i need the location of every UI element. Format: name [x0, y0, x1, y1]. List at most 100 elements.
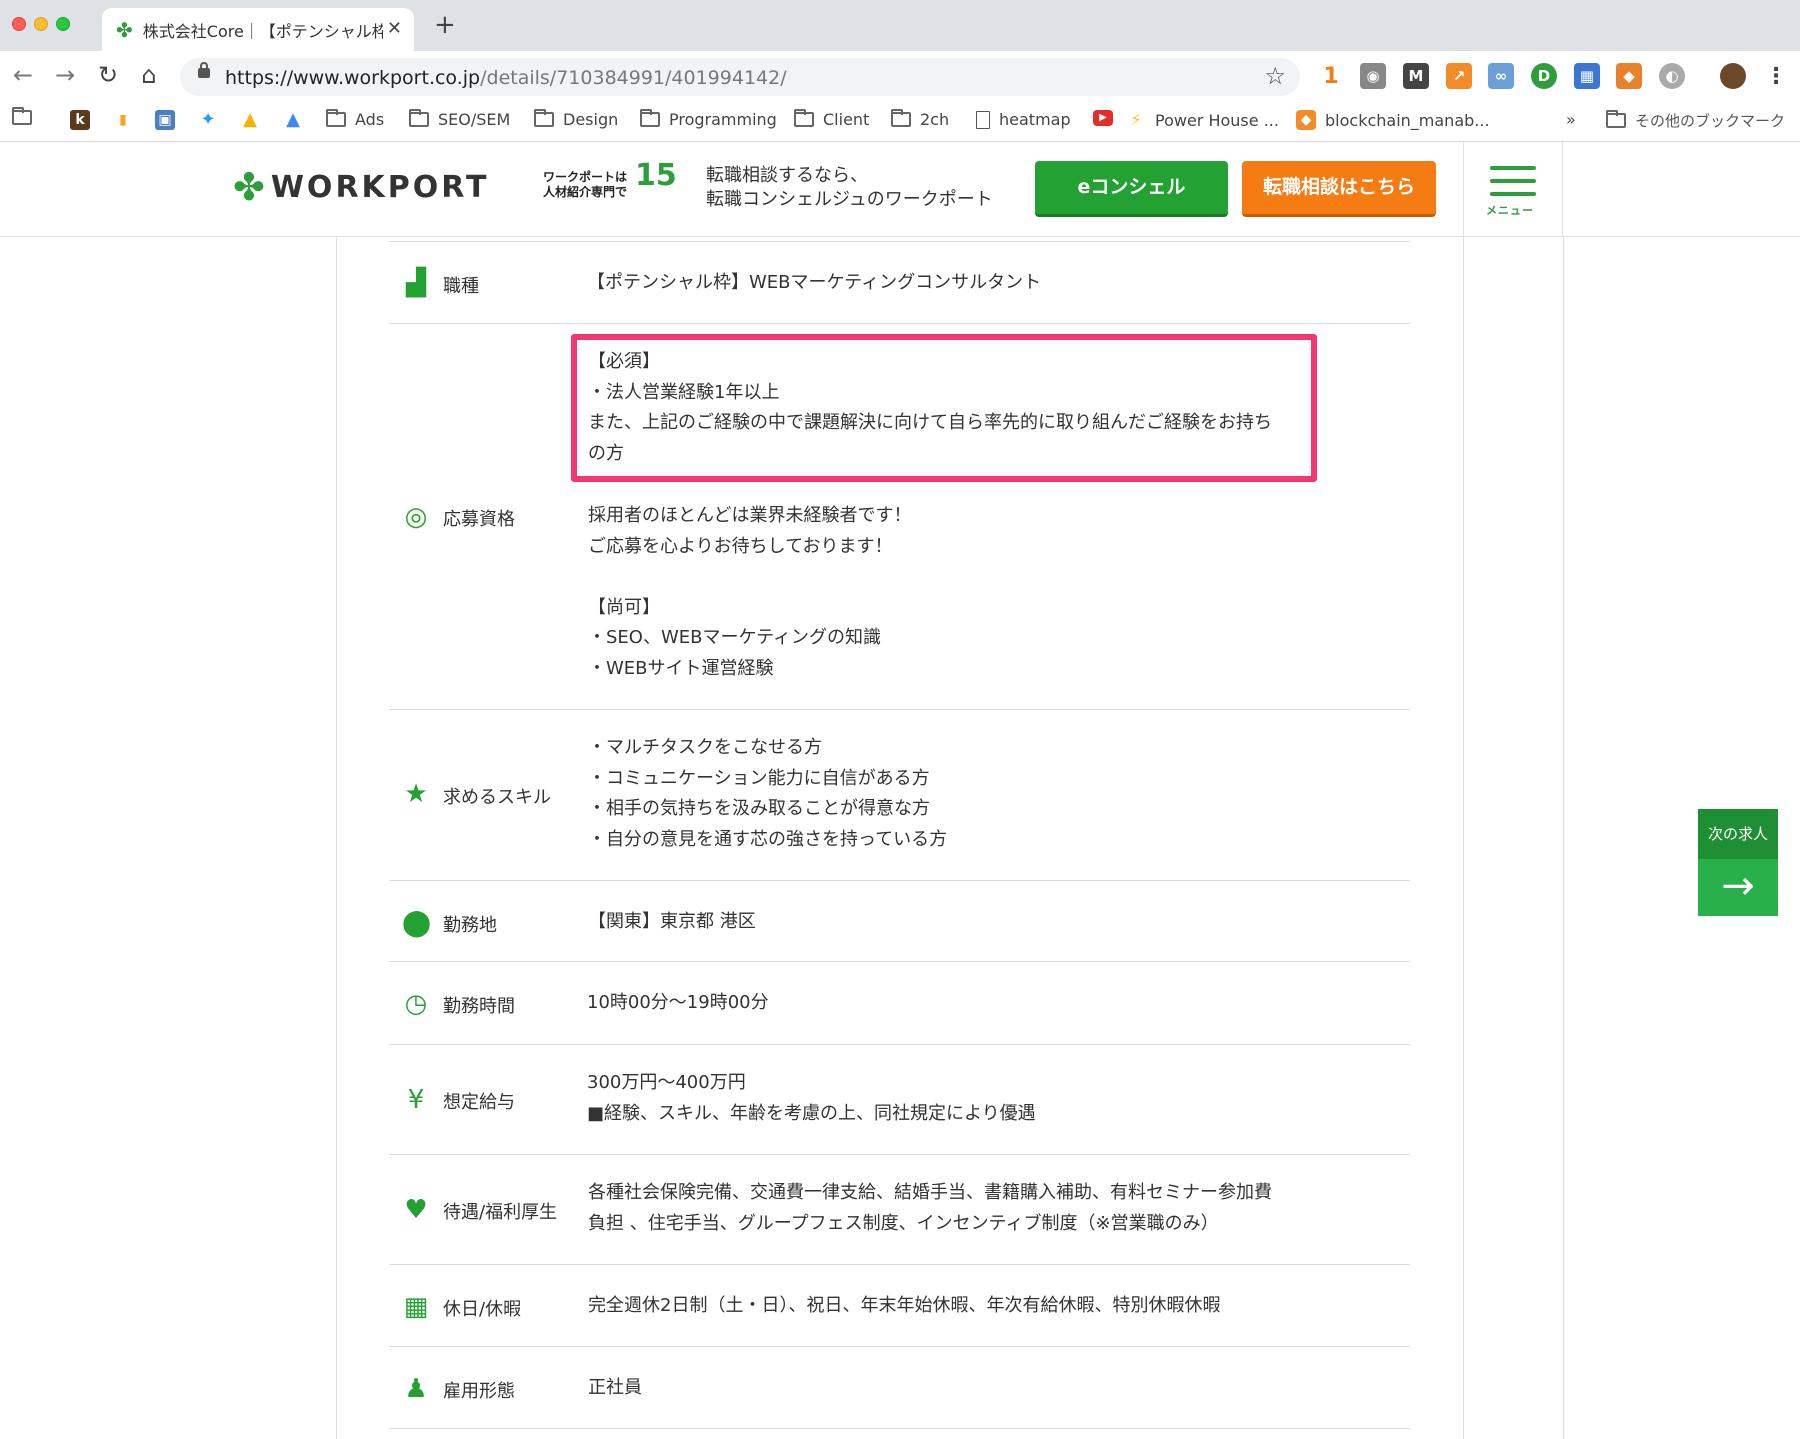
m-extension-icon[interactable]: M: [1403, 63, 1429, 89]
menu-label: メニュー: [1486, 204, 1534, 217]
job-row-employment: [389, 1346, 1410, 1429]
browser-toolbar: ← → ↻ ⌂ https://www.workport.co.jp/detai…: [0, 51, 1800, 102]
row-line: 完全週休2日制（土・日）、祝日、年末年始休暇、年次有給休暇、特別休暇休暇: [588, 1295, 1221, 1316]
row-label-salary: 想定給与: [443, 1092, 515, 1113]
bolt-icon: ⚡: [1130, 110, 1142, 129]
grid-extension-icon[interactable]: ▦: [1574, 63, 1600, 89]
bookmark-blockchain[interactable]: ◆ blockchain_manab...: [1296, 110, 1490, 130]
bookmark-ads[interactable]: Ads: [326, 109, 384, 129]
next-job-button[interactable]: 次の求人 →: [1698, 809, 1778, 916]
calendar-icon: ▦: [403, 1292, 429, 1322]
fox-extension-icon[interactable]: ◆: [1616, 63, 1642, 89]
row-label-job-type: 職種: [443, 276, 479, 297]
window-minimize-button[interactable]: [34, 17, 48, 31]
forward-arrow-icon[interactable]: →: [50, 61, 80, 89]
anniversary-badge: ワークポートは 人材紹介専門で 15: [543, 161, 677, 200]
home-icon[interactable]: ⌂: [134, 61, 164, 89]
career-consultation-button[interactable]: 転職相談はこちら: [1242, 161, 1436, 217]
row-value-skills: ・マルチタスクをこなせる方 ・コミュニケーション能力に自信がある方 ・相手の気持…: [588, 733, 947, 855]
row-value-location: 【関東】東京都 港区: [588, 907, 756, 938]
row-value-job-type: 【ポテンシャル枠】WEBマーケティングコンサルタント: [587, 268, 1041, 299]
hamburger-menu-button[interactable]: メニュー: [1463, 142, 1563, 236]
logo-text: WORKPORT: [270, 169, 490, 205]
id-extension-icon[interactable]: D: [1531, 63, 1557, 89]
address-bar[interactable]: https://www.workport.co.jp/details/71038…: [180, 58, 1300, 96]
site-header: ✤ WORKPORT ワークポートは 人材紹介専門で 15 転職相談するなら、 …: [0, 142, 1800, 237]
camera-extension-icon[interactable]: ◉: [1360, 63, 1386, 89]
row-label-location: 勤務地: [443, 915, 497, 936]
bookmarks-overflow-chevron[interactable]: »: [1566, 110, 1576, 129]
workport-logo[interactable]: ✤ WORKPORT: [233, 168, 490, 206]
row-line: 10時00分〜19時00分: [587, 992, 769, 1013]
bookmark-design[interactable]: Design: [534, 109, 618, 129]
clover-logo-icon: ✤: [233, 165, 265, 209]
page-icon: [976, 110, 990, 129]
bookmark-2ch[interactable]: 2ch: [891, 109, 949, 129]
row-line: ・SEO、WEBマーケティングの知識: [588, 627, 882, 648]
bookmark-twitter-icon[interactable]: ✦: [198, 110, 227, 130]
folder-icon: [326, 109, 346, 127]
bookmark-power-house[interactable]: ⚡ Power House ...: [1126, 110, 1279, 130]
location-pin-icon: ⬤: [402, 908, 432, 938]
chrome-menu-icon[interactable]: ⋮: [1763, 63, 1789, 89]
heart-icon: ♥: [404, 1195, 428, 1225]
bookmark-drive-icon[interactable]: ▲: [240, 110, 269, 130]
profile-avatar[interactable]: [1720, 63, 1746, 89]
sidebar-right-border: [1563, 237, 1564, 1439]
folder-icon: [409, 109, 429, 127]
econcierge-button[interactable]: eコンシェル: [1035, 161, 1228, 217]
circle-extension-icon[interactable]: ◐: [1659, 63, 1685, 89]
row-line: 【尚可】: [588, 596, 660, 618]
person-icon: ♟: [404, 1374, 428, 1404]
menu-bar-icon: [1490, 192, 1536, 196]
row-line: 【ポテンシャル枠】WEBマーケティングコンサルタント: [587, 272, 1042, 293]
folder-icon: [794, 109, 814, 127]
bookmark-star-icon[interactable]: ☆: [1264, 62, 1286, 90]
analytics-extension-icon[interactable]: ↗: [1446, 63, 1472, 89]
bookmark-ads-icon[interactable]: ▲: [283, 110, 312, 130]
row-label-benefits: 待遇/福利厚生: [443, 1202, 558, 1223]
row-line: ・自分の意見を通す芯の強さを持っている方: [588, 828, 948, 850]
row-value-holidays: 完全週休2日制（土・日）、祝日、年末年始休暇、年次有給休暇、特別休暇休暇: [588, 1291, 1220, 1322]
window-close-button[interactable]: [12, 17, 26, 31]
row-line: 正社員: [588, 1377, 642, 1398]
row-line: 各種社会保険完備、交通費一律支給、結婚手当、書籍購入補助、有料セミナー参加費: [588, 1182, 1272, 1203]
reload-icon[interactable]: ↻: [93, 61, 123, 89]
row-value-benefits: 各種社会保険完備、交通費一律支給、結婚手当、書籍購入補助、有料セミナー参加費 負…: [588, 1178, 1272, 1239]
bookmark-seo-sem[interactable]: SEO/SEM: [409, 109, 510, 129]
badge-number: 15: [635, 158, 677, 193]
job-row-hours: [389, 961, 1410, 1044]
right-arrow-icon: →: [1698, 859, 1778, 916]
tab-title: 株式会社Core｜【ポテンシャル枠】: [142, 21, 383, 41]
link-extension-icon[interactable]: ∞: [1488, 63, 1514, 89]
row-value-qualification-note: 採用者のほとんどは業界未経験者です！ ご応募を心よりお待ちしております！ 【尚可…: [588, 501, 911, 684]
browser-tab-active[interactable]: ✤ 株式会社Core｜【ポテンシャル枠】 ✕: [102, 8, 414, 51]
apps-folder-icon[interactable]: [12, 107, 41, 125]
folder-icon: [534, 109, 554, 127]
extension-counter[interactable]: 1: [1318, 63, 1344, 89]
address-url[interactable]: https://www.workport.co.jp/details/71038…: [225, 67, 787, 89]
bookmark-shop-icon[interactable]: ▣: [155, 110, 184, 130]
bookmark-programming[interactable]: Programming: [640, 109, 777, 129]
job-type-icon: ▟: [406, 268, 426, 298]
bookmarks-bar: k ▮ ▣ ✦ ▲ ▲ Ads SEO/SEM Design Programmi…: [0, 102, 1800, 142]
other-bookmarks[interactable]: その他のブックマーク: [1606, 110, 1785, 131]
row-line: ・WEBサイト運営経験: [588, 657, 774, 679]
tab-close-icon[interactable]: ✕: [387, 18, 402, 39]
bookmark-analytics-icon[interactable]: ▮: [113, 110, 142, 130]
folder-icon: [1606, 110, 1626, 128]
bookmark-client[interactable]: Client: [794, 109, 869, 129]
bookmark-k-icon[interactable]: k: [70, 110, 99, 130]
bookmark-heatmap[interactable]: heatmap: [976, 110, 1071, 129]
back-arrow-icon[interactable]: ←: [8, 61, 38, 89]
row-value-salary: 300万円〜400万円 ■経験、スキル、年齢を考慮の上、同社規定により優遇: [587, 1068, 1036, 1129]
row-line: ■経験、スキル、年齢を考慮の上、同社規定により優遇: [587, 1102, 1036, 1124]
row-label-skills: 求めるスキル: [443, 787, 551, 808]
window-zoom-button[interactable]: [56, 17, 70, 31]
cube-icon: ◆: [1296, 110, 1316, 130]
new-tab-button[interactable]: +: [434, 10, 456, 40]
row-line: 採用者のほとんどは業界未経験者です！: [588, 505, 912, 526]
youtube-bookmark[interactable]: ▶: [1093, 110, 1122, 126]
next-job-label: 次の求人: [1698, 809, 1778, 859]
youtube-icon: ▶: [1093, 110, 1113, 126]
